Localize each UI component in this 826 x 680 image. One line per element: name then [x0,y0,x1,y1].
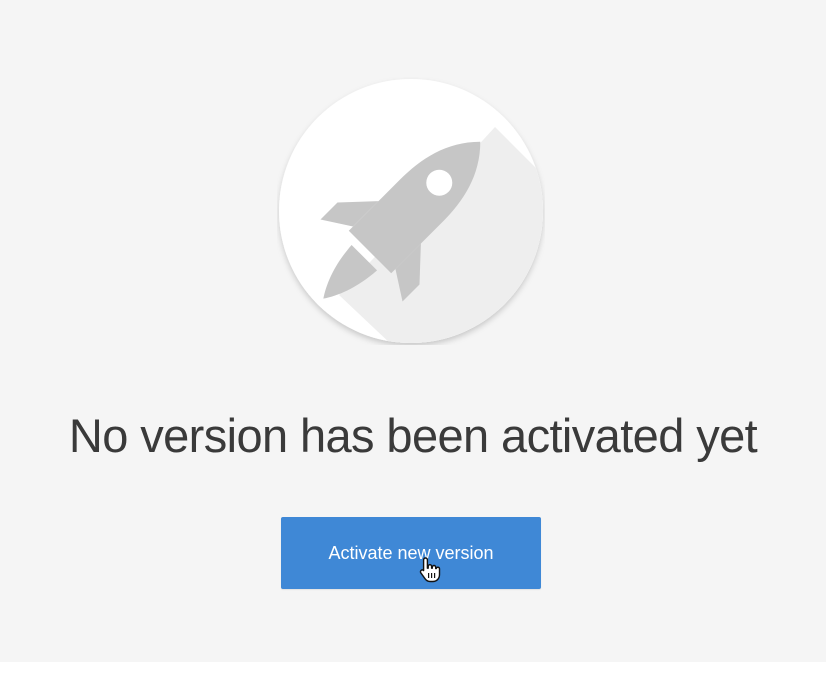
empty-state-title: No version has been activated yet [68,409,758,462]
empty-state-panel: No version has been activated yet Activa… [0,0,826,662]
activate-new-version-button[interactable]: Activate new version [281,517,541,589]
rocket-illustration [277,77,545,345]
rocket-icon [279,79,543,343]
